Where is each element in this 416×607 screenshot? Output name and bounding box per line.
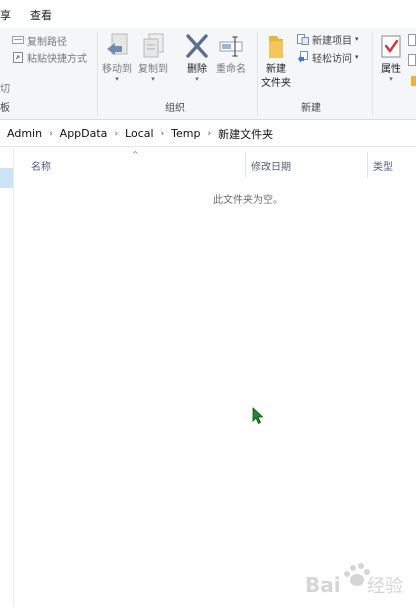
properties-button[interactable]: 属性 ▾ — [378, 33, 404, 83]
new-group-label: 新建 — [301, 103, 321, 114]
breadcrumb-new-folder[interactable]: 新建文件夹 — [218, 126, 273, 142]
rename-icon — [218, 33, 244, 61]
rename-button[interactable]: 重命名 — [216, 33, 246, 76]
easy-access-button[interactable]: 轻松访问 ▾ — [297, 49, 359, 65]
copy-path-button[interactable]: 复制路径 — [12, 32, 67, 48]
paste-shortcut-label: 粘贴快捷方式 — [27, 53, 87, 65]
baidu-watermark: Bai 经验 — [305, 560, 410, 600]
delete-button[interactable]: 删除 ▾ — [184, 33, 210, 83]
chevron-down-icon: ▾ — [115, 75, 119, 83]
navigation-selected-item[interactable] — [0, 168, 13, 188]
sort-ascending-icon: ^ — [132, 150, 139, 159]
column-divider[interactable] — [245, 152, 246, 178]
easy-access-label: 轻松访问 — [312, 53, 352, 65]
watermark-brand: Bai — [305, 573, 341, 597]
edit-icon[interactable] — [408, 54, 416, 69]
group-divider — [372, 32, 373, 116]
chevron-right-icon[interactable]: › — [208, 129, 212, 139]
chevron-down-icon: ▾ — [195, 75, 199, 83]
ribbon-tab-strip: 享 查看 — [0, 0, 416, 28]
breadcrumb-admin[interactable]: Admin — [7, 127, 42, 140]
chevron-right-icon[interactable]: › — [49, 129, 53, 139]
new-item-icon — [297, 33, 309, 45]
chevron-down-icon: ▾ — [151, 75, 155, 83]
chevron-down-icon: ▾ — [389, 75, 393, 83]
move-to-icon — [104, 33, 130, 61]
copy-path-icon — [12, 34, 24, 46]
properties-icon — [378, 33, 404, 61]
cut-label-fragment[interactable]: 切 — [0, 79, 10, 95]
ribbon: 复制路径 粘贴快捷方式 切 板 移动到 ▾ 复制到 ▾ 删除 ▾ 重命名 组织 … — [0, 28, 416, 120]
chevron-right-icon[interactable]: › — [161, 129, 165, 139]
chevron-down-icon: ▾ — [355, 35, 359, 43]
mouse-cursor-icon — [252, 407, 264, 425]
new-folder-label-line1: 新建 — [266, 64, 286, 75]
easy-access-icon — [297, 51, 309, 63]
open-icon[interactable] — [408, 34, 416, 49]
organize-group-label: 组织 — [165, 103, 185, 114]
tab-view[interactable]: 查看 — [30, 7, 52, 23]
column-divider[interactable] — [367, 152, 368, 178]
copy-path-label: 复制路径 — [27, 36, 67, 48]
chevron-right-icon[interactable]: › — [114, 129, 118, 139]
new-item-label: 新建项目 — [312, 35, 352, 47]
copy-to-icon — [140, 33, 166, 61]
watermark-suffix: 经验 — [367, 576, 403, 597]
navigation-pane[interactable] — [0, 148, 14, 607]
group-divider — [97, 32, 98, 116]
history-icon[interactable] — [411, 75, 416, 89]
delete-icon — [184, 33, 210, 61]
column-header-name[interactable]: 名称 — [31, 158, 51, 173]
breadcrumb-local[interactable]: Local — [125, 127, 154, 140]
address-bar[interactable]: Admin › AppData › Local › Temp › 新建文件夹 — [0, 121, 416, 147]
tab-share[interactable]: 享 — [0, 7, 11, 23]
move-to-button[interactable]: 移动到 ▾ — [102, 33, 132, 83]
breadcrumb-appdata[interactable]: AppData — [60, 127, 108, 140]
new-folder-label-line2: 文件夹 — [261, 78, 291, 89]
chevron-down-icon: ▾ — [355, 53, 359, 61]
file-list-header: ^ 名称 修改日期 类型 — [15, 148, 416, 182]
paste-shortcut-icon — [12, 51, 24, 63]
paste-shortcut-button[interactable]: 粘贴快捷方式 — [12, 49, 87, 65]
new-item-button[interactable]: 新建项目 ▾ — [297, 31, 359, 47]
rename-label: 重命名 — [216, 64, 246, 75]
new-folder-button[interactable]: 新建 文件夹 — [261, 33, 291, 90]
copy-to-button[interactable]: 复制到 ▾ — [138, 33, 168, 83]
group-divider — [257, 32, 258, 116]
empty-folder-message: 此文件夹为空。 — [213, 195, 283, 206]
clipboard-group-label: 板 — [0, 103, 10, 114]
column-header-type[interactable]: 类型 — [373, 158, 393, 173]
breadcrumb-temp[interactable]: Temp — [171, 127, 200, 140]
column-header-modified[interactable]: 修改日期 — [251, 158, 291, 173]
folder-icon — [263, 33, 289, 61]
